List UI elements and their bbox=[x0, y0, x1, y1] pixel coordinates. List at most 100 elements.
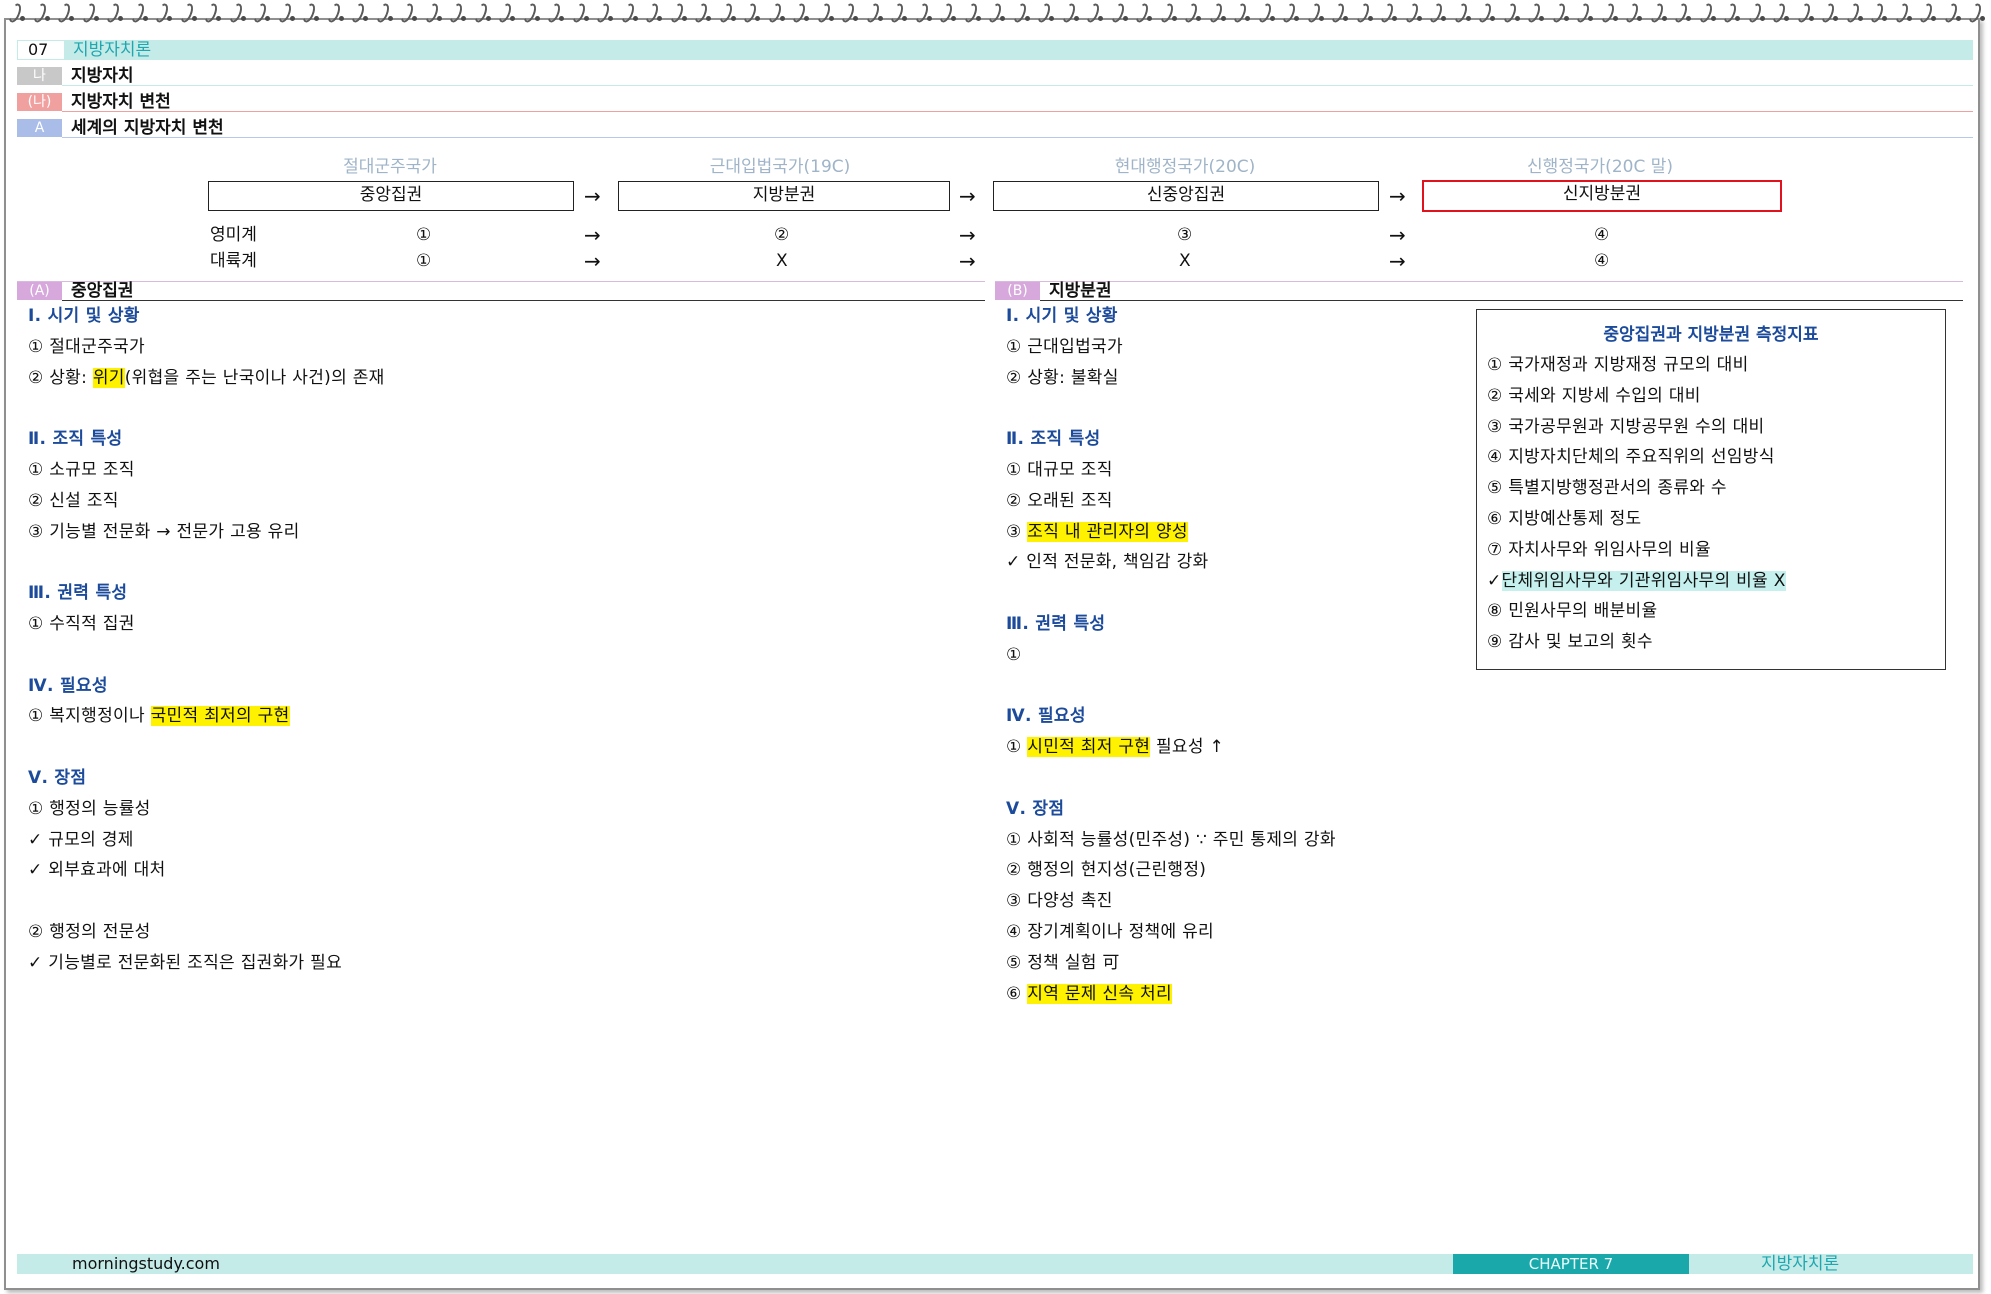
spiral-hole bbox=[216, 16, 221, 21]
list-item: ② 오래된 조직 bbox=[1006, 489, 1113, 513]
list-item: ② 상황: 불확실 bbox=[1006, 366, 1119, 390]
footer-title: 지방자치론 bbox=[1761, 1254, 1840, 1274]
line-text: (위협을 주는 난국이나 사건)의 존재 bbox=[124, 367, 385, 388]
era-box-new-decentralization: 신지방분권 bbox=[1422, 180, 1782, 212]
line-text: ② 오래된 조직 bbox=[1006, 490, 1113, 511]
spiral-hole bbox=[1833, 16, 1838, 21]
spiral-hole bbox=[1098, 16, 1103, 21]
line-text: ① 사회적 능률성(민주성) ∵ 주민 통제의 강화 bbox=[1006, 829, 1336, 850]
spiral-ring bbox=[570, 1, 587, 25]
spiral-hole bbox=[755, 16, 760, 21]
spiral-ring bbox=[766, 1, 783, 25]
arrow-icon: → bbox=[1389, 223, 1406, 247]
list-item: ① 복지행정이나 국민적 최저의 구현 bbox=[28, 704, 290, 728]
arrow-icon: → bbox=[959, 249, 976, 273]
line-text: ⑤ 특별지방행정관서의 종류와 수 bbox=[1487, 478, 1727, 499]
section-underline bbox=[1040, 299, 1963, 301]
line-text: ① 절대군주국가 bbox=[28, 336, 145, 357]
row-label-continental: 대륙계 bbox=[210, 251, 257, 271]
spiral-hole bbox=[681, 16, 687, 21]
era-label: 근대입법국가(19C) bbox=[709, 157, 851, 177]
spiral-ring bbox=[1452, 1, 1469, 25]
era-label: 신행정국가(20C 말) bbox=[1526, 157, 1673, 177]
era-box-centralization: 중앙집권 bbox=[208, 181, 574, 211]
spiral-ring bbox=[1403, 1, 1420, 25]
spiral-binding bbox=[0, 0, 1991, 28]
section-b-header: (B) 지방분권 bbox=[995, 281, 1963, 301]
line-text: ✓ 규모의 경제 bbox=[28, 829, 134, 850]
section-heading: Ⅳ. 필요성 bbox=[28, 675, 108, 696]
spiral-hole bbox=[779, 16, 785, 21]
spiral-hole bbox=[1637, 16, 1642, 21]
highlighted-text: 시민적 최저 구현 bbox=[1027, 737, 1151, 758]
section-tag: (A) bbox=[17, 282, 62, 300]
spiral-hole bbox=[1686, 16, 1691, 21]
section-tag: (B) bbox=[995, 282, 1040, 300]
header-rule bbox=[62, 111, 1973, 112]
line-text: ⑥ bbox=[1006, 983, 1028, 1004]
header-label: 지방자치 bbox=[71, 66, 134, 86]
spiral-ring bbox=[668, 1, 685, 25]
spiral-hole bbox=[1931, 16, 1936, 21]
page: 07 지방자치론 나 지방자치 (나) 지방자치 변천 A 세계의 지방자치 변… bbox=[0, 0, 1991, 1294]
measurement-item: ✓단체위임사무와 기관위임사무의 비율 X bbox=[1487, 569, 1786, 593]
chapter-bar: 07 지방자치론 bbox=[17, 40, 1973, 60]
measurement-item: ④ 지방자치단체의 주요직위의 선임방식 bbox=[1487, 445, 1775, 469]
row-value: ① bbox=[416, 225, 432, 245]
spiral-hole bbox=[951, 16, 956, 21]
spiral-hole bbox=[1049, 16, 1054, 21]
section-underline bbox=[62, 299, 985, 301]
row-value: ④ bbox=[1594, 225, 1610, 245]
spiral-hole bbox=[1980, 16, 1985, 21]
list-item: ✓ 외부효과에 대처 bbox=[28, 858, 166, 882]
spiral-hole bbox=[118, 16, 123, 21]
spiral-hole bbox=[608, 16, 613, 21]
list-item: ① 수직적 집권 bbox=[28, 612, 135, 636]
section-heading: Ⅴ. 장점 bbox=[28, 768, 87, 788]
line-text: ✓ bbox=[1487, 570, 1502, 591]
spiral-ring bbox=[1011, 1, 1028, 25]
spiral-ring bbox=[1354, 1, 1371, 25]
spiral-hole bbox=[1465, 16, 1471, 21]
line-text: ✓ 인적 전문화, 책임감 강화 bbox=[1006, 552, 1209, 573]
arrow-icon: → bbox=[1389, 249, 1406, 273]
list-item: ① 시민적 최저 구현 필요성 ↑ bbox=[1006, 735, 1224, 759]
line-text: ① 행정의 능률성 bbox=[28, 798, 151, 819]
line-text: ✓ 외부효과에 대처 bbox=[28, 860, 166, 881]
spiral-hole bbox=[1073, 16, 1079, 21]
spiral-ring bbox=[276, 1, 293, 25]
spiral-hole bbox=[1147, 16, 1152, 21]
spiral-hole bbox=[1588, 16, 1593, 21]
spiral-ring bbox=[962, 1, 979, 25]
header-level-1: 나 지방자치 bbox=[17, 66, 1973, 86]
line-text: ③ 기능별 전문화 → 전문가 고용 유리 bbox=[28, 521, 300, 542]
spiral-hole bbox=[1441, 16, 1446, 21]
line-text: ③ bbox=[1006, 521, 1028, 542]
measurement-item: ⑨ 감사 및 보고의 횟수 bbox=[1487, 630, 1653, 654]
list-item: ③ 기능별 전문화 → 전문가 고용 유리 bbox=[28, 520, 300, 544]
spiral-hole bbox=[338, 16, 344, 21]
spiral-ring bbox=[1746, 1, 1763, 25]
spiral-hole bbox=[1000, 16, 1005, 21]
list-item: ① 근대입법국가 bbox=[1006, 335, 1123, 359]
spiral-hole bbox=[632, 16, 638, 21]
line-text: ① 국가재정과 지방재정 규모의 대비 bbox=[1487, 355, 1749, 375]
list-item: ✓ 규모의 경제 bbox=[28, 828, 134, 852]
spiral-hole bbox=[1171, 16, 1177, 21]
highlighted-text: 단체위임사무와 기관위임사무의 비율 X bbox=[1501, 570, 1786, 591]
spiral-hole bbox=[1906, 16, 1912, 21]
spiral-ring bbox=[1697, 1, 1714, 25]
chapter-title: 지방자치론 bbox=[73, 40, 152, 60]
spiral-hole bbox=[1343, 16, 1348, 21]
spiral-ring bbox=[1158, 1, 1175, 25]
list-item: ③ 조직 내 관리자의 양성 bbox=[1006, 520, 1188, 544]
spiral-hole bbox=[1563, 16, 1569, 21]
list-item: ✓ 기능별로 전문화된 조직은 집권화가 필요 bbox=[28, 951, 342, 975]
line-text: ⑧ 민원사무의 배분비율 bbox=[1487, 601, 1658, 622]
spiral-hole bbox=[314, 16, 319, 21]
spiral-ring bbox=[227, 1, 244, 25]
spiral-hole bbox=[1514, 16, 1520, 21]
spiral-hole bbox=[1735, 16, 1740, 21]
spiral-ring bbox=[129, 1, 146, 25]
spiral-ring bbox=[1305, 1, 1322, 25]
